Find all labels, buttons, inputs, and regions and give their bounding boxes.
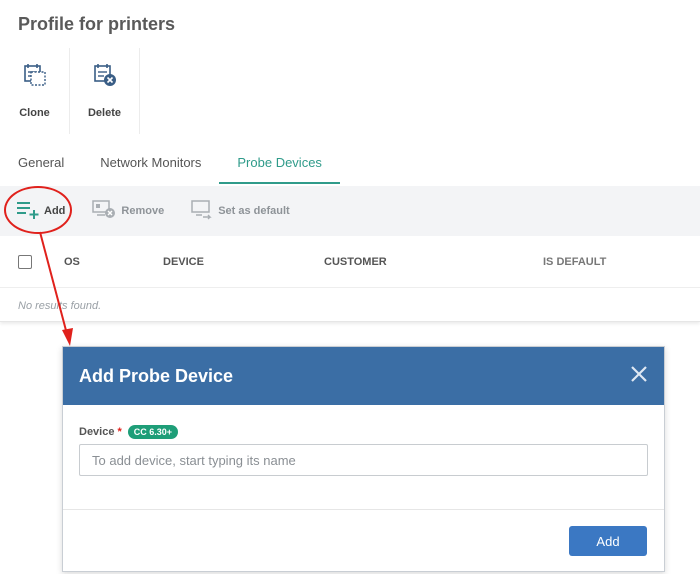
remove-label: Remove xyxy=(121,205,165,217)
dialog-title: Add Probe Device xyxy=(79,365,234,386)
set-as-default-label: Set as default xyxy=(218,205,290,217)
delete-button[interactable]: Delete xyxy=(70,48,140,134)
required-marker: * xyxy=(117,426,122,438)
table-toolbar: Add Remove Set as default xyxy=(0,186,700,236)
set-as-default-button[interactable]: Set as default xyxy=(190,186,290,236)
tab-network-monitors[interactable]: Network Monitors xyxy=(82,142,219,184)
page-title: Profile for printers xyxy=(18,14,176,34)
dialog-header: Add Probe Device xyxy=(63,347,664,405)
close-icon[interactable] xyxy=(630,365,648,388)
action-bar: Clone Delete xyxy=(0,48,140,134)
column-is-default[interactable]: IS DEFAULT xyxy=(543,256,606,268)
clone-button[interactable]: Clone xyxy=(0,48,70,134)
delete-icon xyxy=(92,62,118,93)
remove-device-icon xyxy=(91,198,117,225)
clone-icon xyxy=(22,62,48,93)
device-field-label: Device * CC 6.30+ xyxy=(79,425,179,439)
dialog-body: Device * CC 6.30+ xyxy=(63,405,664,510)
column-os[interactable]: OS xyxy=(64,256,80,268)
delete-label: Delete xyxy=(87,107,122,119)
column-device[interactable]: DEVICE xyxy=(163,256,204,268)
device-search-input[interactable] xyxy=(79,444,648,476)
clone-label: Clone xyxy=(19,107,50,119)
annotation-circle xyxy=(4,186,72,234)
tab-probe-devices[interactable]: Probe Devices xyxy=(219,142,340,184)
column-customer[interactable]: CUSTOMER xyxy=(324,256,387,268)
tab-bar: General Network Monitors Probe Devices xyxy=(0,142,700,184)
version-badge: CC 6.30+ xyxy=(127,425,179,439)
device-label-text: Device xyxy=(79,426,115,438)
dialog-footer: Add xyxy=(63,510,664,572)
select-all-checkbox[interactable] xyxy=(18,254,32,269)
tab-general[interactable]: General xyxy=(0,142,82,184)
empty-state-text: No results found. xyxy=(18,300,102,312)
add-probe-device-dialog: Add Probe Device Device * CC 6.30+ Add xyxy=(62,346,665,572)
remove-button[interactable]: Remove xyxy=(91,186,164,236)
table-header: OS DEVICE CUSTOMER IS DEFAULT xyxy=(0,236,700,288)
dialog-add-button[interactable]: Add xyxy=(569,526,647,556)
set-default-icon xyxy=(190,198,214,225)
profile-panel: Profile for printers Clone Delete Genera… xyxy=(0,0,700,322)
